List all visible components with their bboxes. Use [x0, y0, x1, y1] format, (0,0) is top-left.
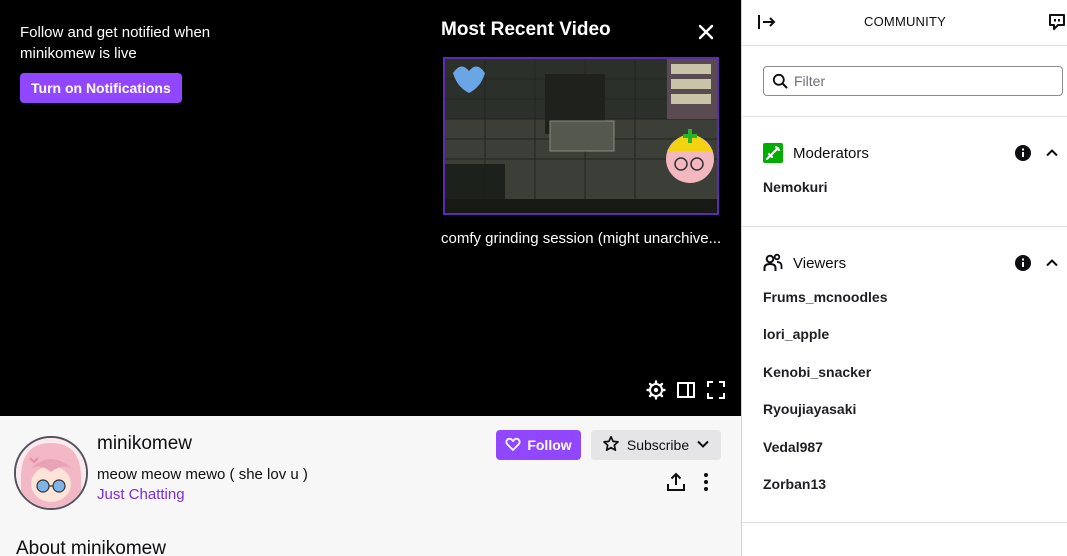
share-icon[interactable] [664, 470, 688, 494]
moderator-user[interactable]: Nemokuri [763, 179, 828, 195]
viewers-heading: Viewers [793, 255, 847, 272]
heart-icon [505, 436, 521, 455]
channel-name[interactable]: minikomew [97, 433, 192, 455]
turn-on-notifications-button[interactable]: Turn on Notifications [20, 73, 182, 103]
chevron-up-icon[interactable] [1043, 144, 1061, 162]
panel-title: COMMUNITY [864, 14, 946, 29]
more-icon[interactable] [694, 470, 718, 494]
divider [742, 522, 1067, 523]
viewer-user[interactable]: Kenobi_snacker [763, 364, 871, 380]
info-icon[interactable] [1014, 254, 1032, 272]
follow-label: Follow [527, 437, 572, 453]
subscribe-label: Subscribe [626, 437, 690, 453]
category-link[interactable]: Just Chatting [97, 486, 185, 503]
settings-icon[interactable] [646, 380, 666, 400]
stream-title: meow meow mewo ( she lov u ) [97, 466, 308, 483]
divider [742, 226, 1067, 227]
avatar[interactable] [14, 436, 88, 510]
fullscreen-icon[interactable] [706, 380, 726, 400]
moderators-heading: Moderators [793, 145, 869, 162]
viewer-user[interactable]: lori_apple [763, 326, 829, 342]
community-panel: COMMUNITY Moderators Nemokuri Viewers Fr… [741, 0, 1067, 556]
chevron-up-icon[interactable] [1043, 254, 1061, 272]
viewer-user[interactable]: Zorban13 [763, 476, 826, 492]
follow-prompt-text: Follow and get notified when minikomew i… [20, 24, 211, 62]
subscribe-button[interactable]: Subscribe [591, 430, 721, 460]
about-heading: About minikomew [16, 538, 166, 556]
viewers-icon [763, 253, 783, 273]
video-player[interactable]: Follow and get notified when minikomew i… [0, 0, 741, 416]
search-icon [772, 73, 788, 89]
viewer-user[interactable]: Ryoujiayasaki [763, 401, 856, 417]
divider [742, 116, 1067, 117]
theatre-mode-icon[interactable] [676, 380, 696, 400]
recent-video-thumbnail[interactable] [443, 57, 719, 215]
recent-video-title[interactable]: comfy grinding session (might unarchive.… [441, 230, 731, 247]
follow-button[interactable]: Follow [496, 430, 581, 460]
viewer-user[interactable]: Frums_mcnoodles [763, 289, 887, 305]
panel-header: COMMUNITY [742, 0, 1067, 46]
close-icon[interactable] [694, 20, 718, 44]
filter-input[interactable] [794, 67, 1054, 95]
chat-bubble-icon[interactable] [1048, 12, 1067, 32]
moderator-sword-icon [763, 143, 783, 163]
chevron-down-icon [696, 437, 710, 454]
most-recent-video-heading: Most Recent Video [441, 19, 611, 40]
channel-info: minikomew meow meow mewo ( she lov u ) J… [0, 416, 741, 556]
filter-field[interactable] [763, 66, 1063, 96]
viewer-user[interactable]: Vedal987 [763, 439, 823, 455]
star-icon [602, 435, 620, 456]
info-icon[interactable] [1014, 144, 1032, 162]
